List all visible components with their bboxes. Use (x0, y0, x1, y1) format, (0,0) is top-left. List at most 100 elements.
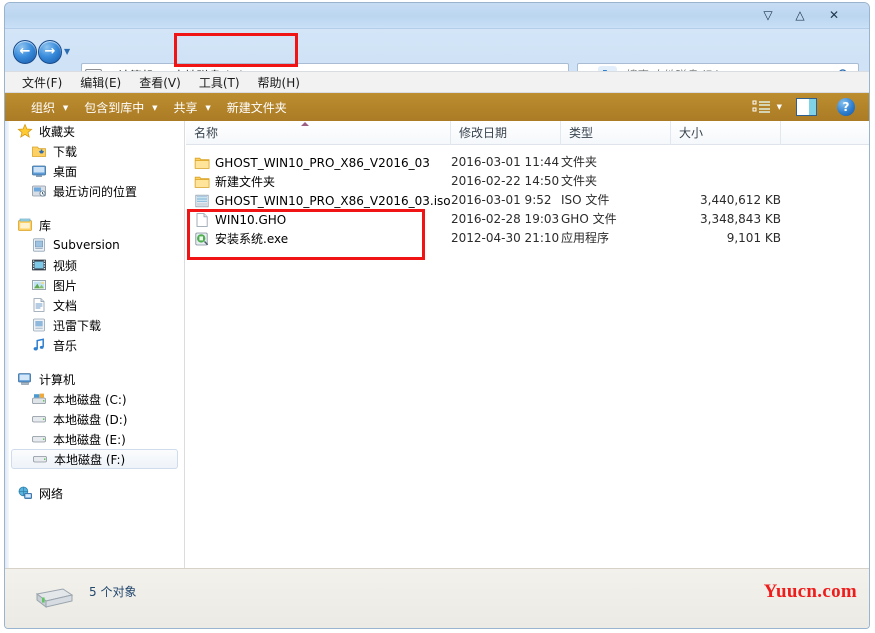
sidebar-item-desktop-label: 桌面 (53, 164, 78, 179)
drive-icon (31, 411, 47, 427)
organize-button[interactable]: 组织 ▼ (23, 96, 76, 119)
sidebar-item-drive-e-label: 本地磁盘 (E:) (53, 432, 126, 447)
sidebar-item-drive-d-label: 本地磁盘 (D:) (53, 412, 128, 427)
column-header-row: 名称 修改日期 类型 大小 (186, 121, 869, 145)
sidebar-item-videos[interactable]: 视频 (5, 255, 184, 275)
file-date-cell: 2016-02-28 19:03 (451, 212, 560, 226)
file-size-cell: 9,101 KB (726, 231, 781, 245)
menu-item-file[interactable]: 文件(F) (13, 72, 71, 93)
drive-icon (35, 588, 74, 609)
sidebar-item-downloads[interactable]: 下载 (5, 141, 184, 161)
system-drive-icon (31, 391, 47, 407)
column-header-type[interactable]: 类型 (561, 121, 671, 145)
sidebar-item-drive-f-label: 本地磁盘 (F:) (54, 452, 126, 467)
sidebar-group-computer-label: 计算机 (39, 372, 76, 387)
sidebar-item-music[interactable]: 音乐 (5, 335, 184, 355)
menu-item-edit[interactable]: 编辑(E) (71, 72, 130, 93)
sidebar-group-network[interactable]: 网络 (5, 483, 184, 503)
pictures-icon (31, 277, 47, 293)
table-row[interactable]: GHOST_WIN10_PRO_X86_V2016_03.iso 2016-03… (186, 191, 869, 210)
star-icon (17, 123, 33, 139)
sidebar-item-drive-f[interactable]: 本地磁盘 (F:) (11, 449, 178, 469)
sidebar-item-subversion[interactable]: Subversion (5, 235, 184, 255)
chevron-down-icon: ▼ (152, 104, 158, 112)
sidebar-item-downloads-label: 下载 (53, 144, 78, 159)
table-row[interactable]: GHOST_WIN10_PRO_X86_V2016_03 2016-03-01 … (186, 153, 869, 172)
menu-item-help[interactable]: 帮助(H) (249, 72, 309, 93)
pane-edge (5, 121, 9, 568)
sidebar-item-pictures[interactable]: 图片 (5, 275, 184, 295)
sidebar-item-drive-d[interactable]: 本地磁盘 (D:) (5, 409, 184, 429)
file-name-label: GHOST_WIN10_PRO_X86_V2016_03.iso (215, 193, 451, 208)
explorer-window: ▽ △ ✕ ← → ▼ ▶ 计算机 ▶ 本地磁盘 (F:) ▶ ▼ ↻ 文件(F… (4, 2, 870, 629)
file-name-cell[interactable]: 安装系统.exe (194, 229, 288, 248)
file-type-cell: 文件夹 (561, 174, 598, 188)
command-toolbar: 组织 ▼ 包含到库中 ▼ 共享 ▼ 新建文件夹 ▼ ? (5, 93, 869, 121)
file-name-cell[interactable]: WIN10.GHO (194, 210, 286, 229)
sidebar-item-desktop[interactable]: 桌面 (5, 161, 184, 181)
file-name-label: 新建文件夹 (215, 175, 276, 189)
sidebar-group-libraries-label: 库 (39, 218, 52, 233)
column-header-size[interactable]: 大小 (671, 121, 781, 145)
minimize-icon[interactable]: ▽ (755, 7, 781, 24)
view-options-icon[interactable] (752, 99, 772, 115)
sidebar-group-network-label: 网络 (39, 486, 64, 501)
sidebar-item-recent-places[interactable]: 最近访问的位置 (5, 181, 184, 201)
menu-item-view[interactable]: 查看(V) (130, 72, 190, 93)
file-type-cell: 应用程序 (561, 231, 610, 245)
help-icon[interactable]: ? (837, 98, 855, 116)
sidebar-item-pictures-label: 图片 (53, 278, 78, 293)
sidebar-item-drive-e[interactable]: 本地磁盘 (E:) (5, 429, 184, 449)
sidebar-group-computer[interactable]: 计算机 (5, 369, 184, 389)
content-area: 收藏夹 下载 桌面 最近访问的位置 库 Subversion 视频 图片 文档 … (5, 121, 869, 568)
forward-icon[interactable]: → (38, 40, 62, 64)
file-name-cell[interactable]: GHOST_WIN10_PRO_X86_V2016_03.iso (194, 191, 451, 210)
music-icon (31, 337, 47, 353)
menu-item-tools[interactable]: 工具(T) (190, 72, 249, 93)
new-folder-button[interactable]: 新建文件夹 (219, 96, 295, 119)
menu-bar: 文件(F) 编辑(E) 查看(V) 工具(T) 帮助(H) (5, 71, 869, 93)
file-name-cell[interactable]: 新建文件夹 (194, 172, 275, 191)
recent-places-icon (31, 183, 47, 199)
file-list-pane[interactable]: 名称 修改日期 类型 大小 GHOST_WIN10_PRO_X86_V2016_… (186, 121, 869, 568)
back-icon[interactable]: ← (13, 40, 37, 64)
video-icon (31, 257, 47, 273)
table-row[interactable]: WIN10.GHO 2016-02-28 19:03 GHO 文件 3,348,… (186, 210, 869, 229)
navigation-pane[interactable]: 收藏夹 下载 桌面 最近访问的位置 库 Subversion 视频 图片 文档 … (5, 121, 185, 568)
file-date-cell: 2016-03-01 11:44 (451, 155, 560, 169)
sidebar-item-documents[interactable]: 文档 (5, 295, 184, 315)
sidebar-item-subversion-label: Subversion (53, 238, 120, 252)
preview-pane-icon[interactable] (796, 98, 817, 116)
watermark: Yuucn.com (763, 581, 857, 602)
sidebar-group-libraries[interactable]: 库 (5, 215, 184, 235)
file-date-cell: 2016-03-01 9:52 (451, 193, 552, 207)
column-header-date-modified[interactable]: 修改日期 (451, 121, 561, 145)
share-button[interactable]: 共享 ▼ (165, 96, 218, 119)
application-icon (194, 231, 210, 247)
include-in-library-button[interactable]: 包含到库中 ▼ (76, 96, 165, 119)
sidebar-item-drive-c[interactable]: 本地磁盘 (C:) (5, 389, 184, 409)
file-date-cell: 2012-04-30 21:10 (451, 231, 560, 245)
generic-file-icon (194, 212, 210, 228)
thunder-download-icon (31, 317, 47, 333)
table-row[interactable]: 安装系统.exe 2012-04-30 21:10 应用程序 9,101 KB (186, 229, 869, 248)
file-date-cell: 2016-02-22 14:50 (451, 174, 560, 188)
sidebar-group-favorites[interactable]: 收藏夹 (5, 121, 184, 141)
view-chevron-down-icon[interactable]: ▼ (777, 103, 782, 111)
address-bar: ← → ▼ ▶ 计算机 ▶ 本地磁盘 (F:) ▶ ▼ ↻ (5, 29, 869, 89)
file-name-cell[interactable]: GHOST_WIN10_PRO_X86_V2016_03 (194, 153, 430, 172)
library-icon (17, 217, 33, 233)
table-row[interactable]: 新建文件夹 2016-02-22 14:50 文件夹 (186, 172, 869, 191)
file-size-cell: 3,348,843 KB (700, 212, 781, 226)
documents-icon (31, 297, 47, 313)
include-in-library-label: 包含到库中 (84, 100, 145, 115)
close-icon[interactable]: ✕ (821, 7, 847, 24)
downloads-icon (31, 143, 47, 159)
recent-pages-chevron-down-icon[interactable]: ▼ (64, 47, 70, 56)
maximize-icon[interactable]: △ (787, 7, 813, 24)
share-label: 共享 (173, 100, 198, 115)
sidebar-item-thunder-download[interactable]: 迅雷下载 (5, 315, 184, 335)
file-type-cell: ISO 文件 (561, 193, 610, 207)
column-header-name[interactable]: 名称 (186, 121, 451, 145)
